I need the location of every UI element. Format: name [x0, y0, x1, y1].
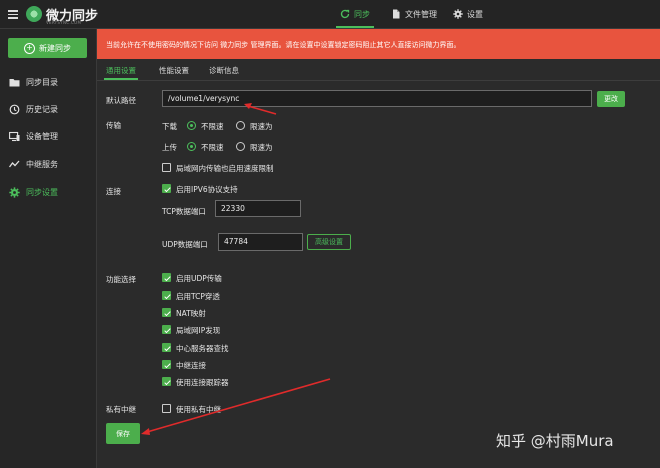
annotation-arrows — [141, 103, 331, 435]
watermark: 知乎 @村雨Mura — [496, 432, 614, 450]
arrow-to-path — [244, 103, 277, 115]
arrow-to-save — [141, 378, 331, 435]
